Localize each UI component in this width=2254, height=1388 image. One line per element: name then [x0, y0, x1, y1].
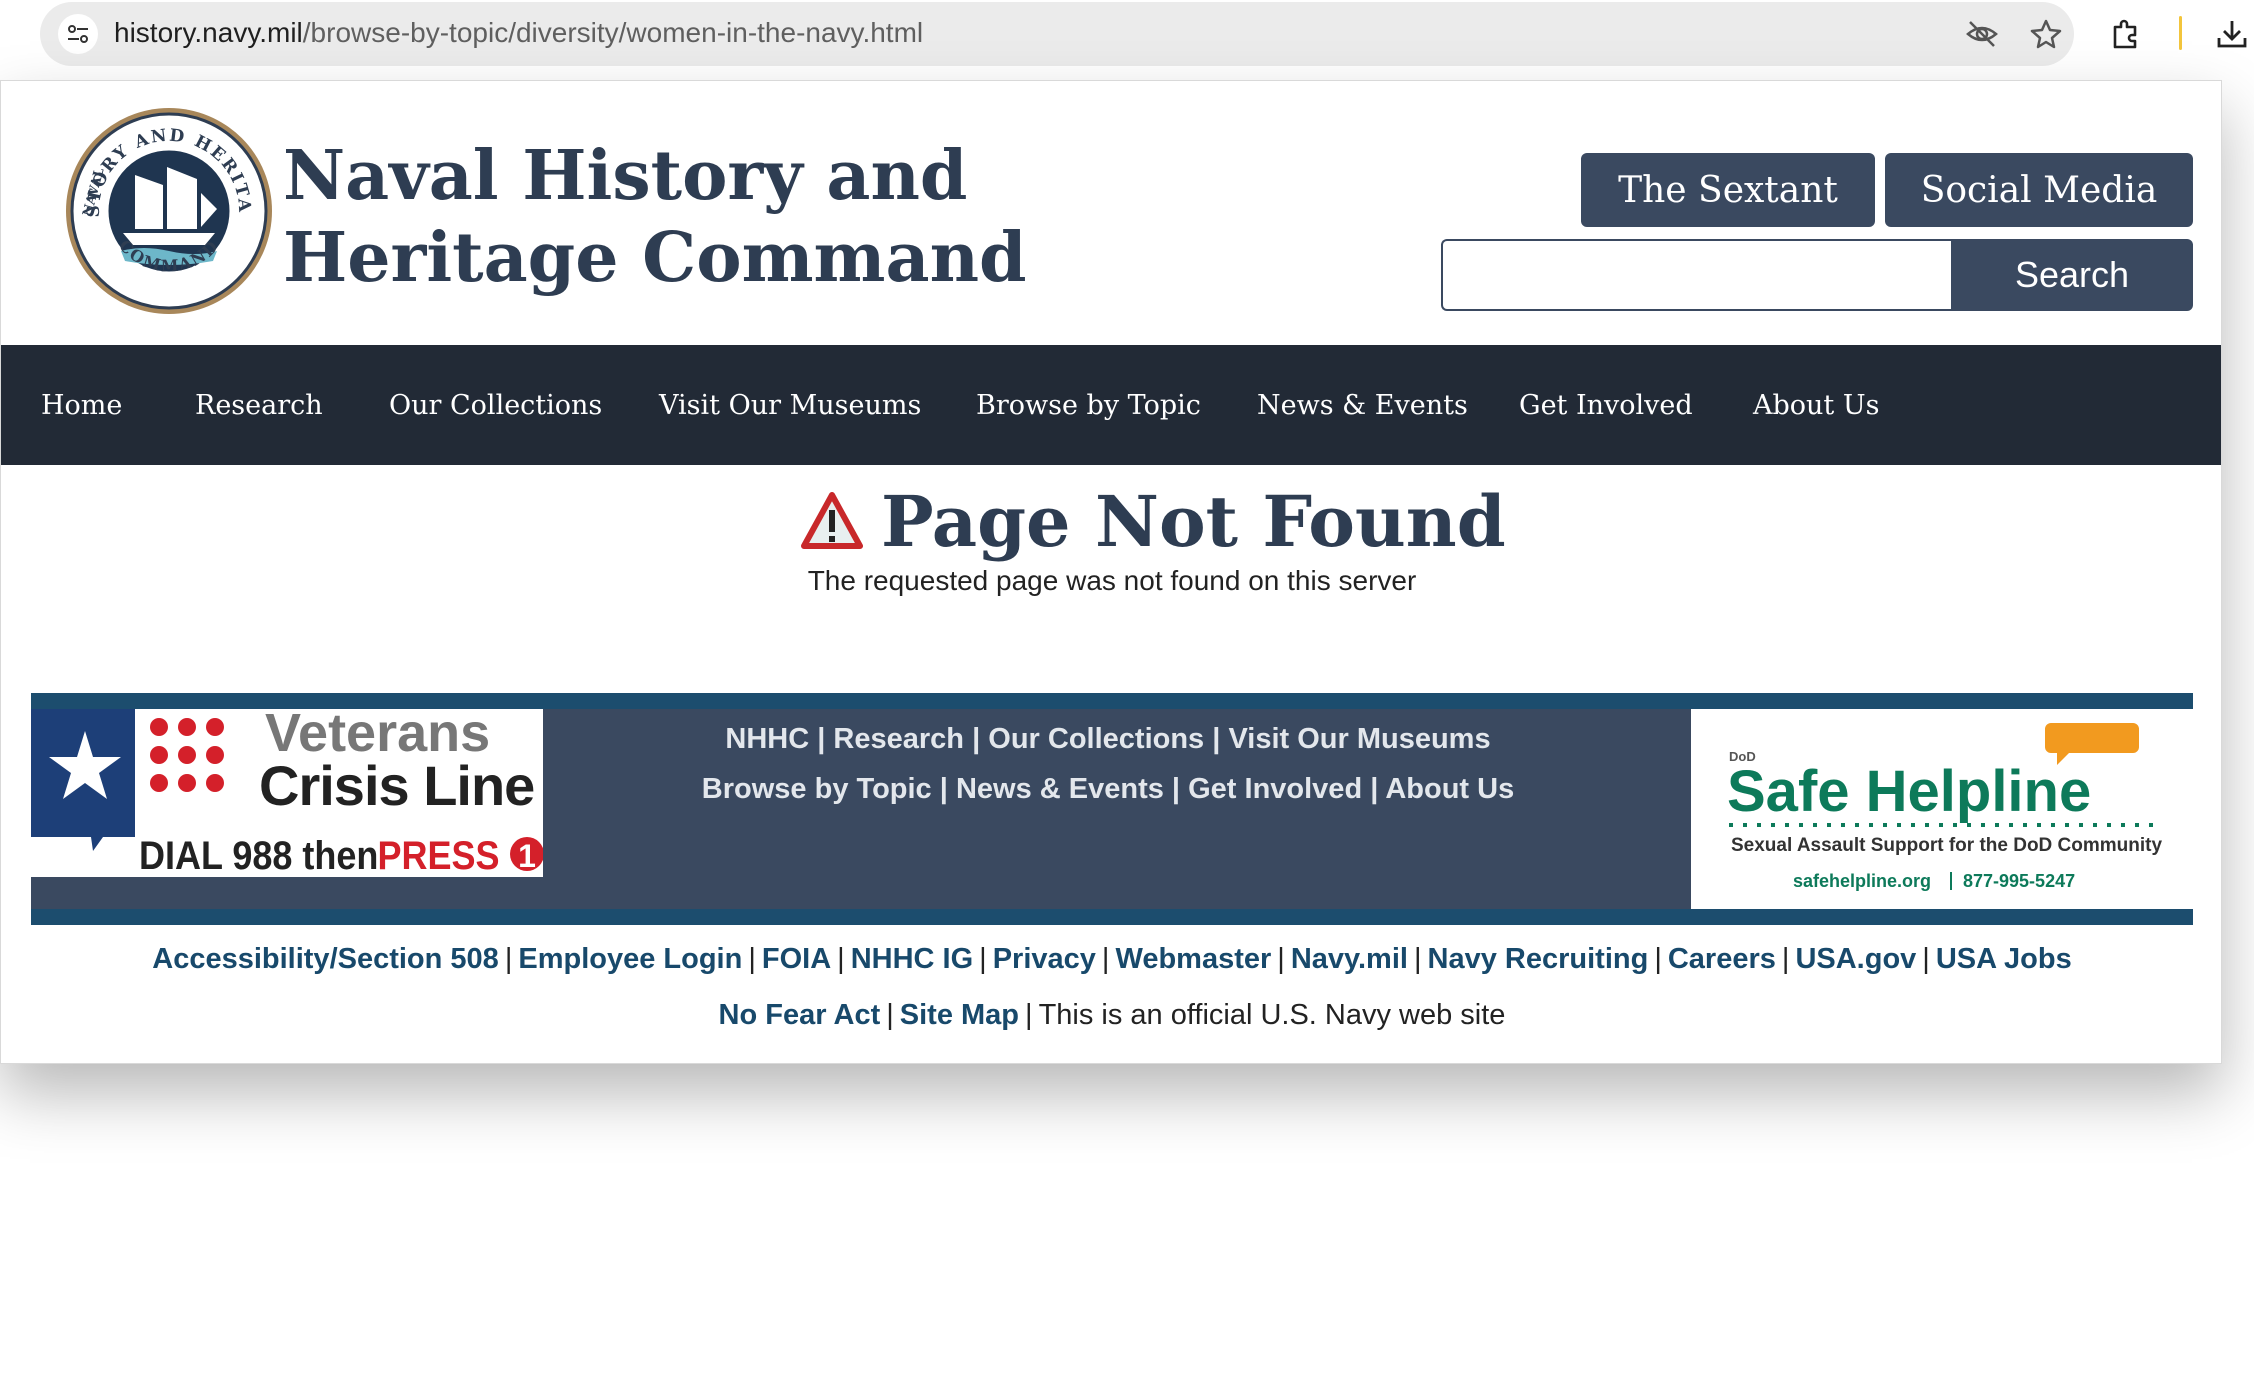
nav-item-get-involved[interactable]: Get Involved — [1519, 345, 1693, 465]
url-path: /browse-by-topic/diversity/women-in-the-… — [302, 17, 924, 48]
separator: | — [1212, 723, 1221, 755]
footer-link-about-us[interactable]: About Us — [1385, 773, 1514, 805]
sextant-button[interactable]: The Sextant — [1581, 153, 1875, 227]
vcl-dial: DIAL 988 then — [139, 834, 378, 877]
nav-item-research[interactable]: Research — [195, 345, 323, 465]
bottom-links-row2: No Fear Act | Site Map | This is an official… — [1, 999, 2221, 1032]
separator: | — [1277, 943, 1285, 975]
footer-link-our-collections[interactable]: Our Collections — [988, 723, 1204, 755]
footer-link-get-involved[interactable]: Get Involved — [1188, 773, 1362, 805]
site-title-line2: Heritage Command — [283, 218, 1027, 298]
separator: | — [1101, 943, 1110, 975]
nav-item-our-collections[interactable]: Our Collections — [389, 345, 602, 465]
separator: | — [1781, 943, 1790, 975]
social-media-button[interactable]: Social Media — [1885, 153, 2193, 227]
url-host: history.navy.mil — [114, 17, 303, 48]
separator: | — [972, 723, 981, 755]
nhhc-seal-logo[interactable]: HISTORY AND HERITAGE COMMAND NAVAL — [54, 90, 275, 317]
separator: | — [886, 999, 894, 1031]
site-info-icon[interactable] — [58, 14, 98, 54]
nav-item-visit-our-museums[interactable]: Visit Our Museums — [659, 345, 921, 465]
link-usa-gov[interactable]: USA.gov — [1795, 943, 1916, 975]
footer-link-visit-our-museums[interactable]: Visit Our Museums — [1228, 723, 1490, 755]
shl-tagline: Sexual Assault Support for the DoD Commu… — [1731, 835, 2162, 856]
vcl-line2: Crisis Line — [259, 754, 534, 817]
nav-item-home[interactable]: Home — [41, 345, 122, 465]
eye-off-icon[interactable] — [1964, 16, 2000, 52]
veterans-crisis-line-banner[interactable]: Veterans Crisis Line DIAL 988 then PRESS… — [31, 703, 544, 878]
link-employee-login[interactable]: Employee Login — [518, 943, 742, 975]
page-title: Page Not Found — [801, 476, 1506, 566]
footer-links-row1: NHHC | Research | Our Collections | Visi… — [543, 723, 1673, 756]
separator: | — [1654, 943, 1662, 975]
shl-phone: 877-995-5247 — [1963, 871, 2075, 891]
separator: | — [748, 943, 756, 975]
address-bar[interactable]: history.navy.mil/browse-by-topic/diversi… — [40, 2, 2074, 66]
link-privacy[interactable]: Privacy — [993, 943, 1096, 975]
link-nhhc-ig[interactable]: NHHC IG — [851, 943, 973, 975]
page-subtitle: The requested page was not found on this… — [807, 565, 1417, 596]
official-site-text: This is an official U.S. Navy web site — [1038, 999, 1506, 1031]
footer-links-row2: Browse by Topic | News & Events | Get In… — [543, 773, 1673, 806]
separator: | — [504, 943, 513, 975]
shl-site: safehelpline.org — [1793, 871, 1931, 891]
separator: | — [1370, 773, 1379, 805]
separator: | — [817, 723, 826, 755]
separator: | — [1025, 999, 1033, 1031]
separator: | — [1413, 943, 1422, 975]
separator: | — [939, 773, 948, 805]
download-icon[interactable] — [2212, 14, 2252, 54]
vcl-press: PRESS — [378, 834, 500, 877]
footer-band: Veterans Crisis Line DIAL 988 then PRESS… — [31, 693, 2193, 925]
footer-link-news-events[interactable]: News & Events — [956, 773, 1164, 805]
vcl-press-number: 1 — [518, 838, 536, 874]
separator: | — [1922, 943, 1930, 975]
main-nav: Home Research Our Collections Visit Our … — [1, 345, 2221, 465]
url-text[interactable]: history.navy.mil/browse-by-topic/diversi… — [114, 17, 923, 49]
warning-icon — [801, 492, 863, 549]
link-no-fear-act[interactable]: No Fear Act — [719, 999, 881, 1031]
separator: | — [1171, 773, 1181, 805]
footer-link-nhhc[interactable]: NHHC — [725, 723, 809, 755]
separator: | — [979, 943, 987, 975]
link-foia[interactable]: FOIA — [762, 943, 831, 975]
search-input[interactable] — [1441, 239, 1951, 311]
site-title-line1: Naval History and — [283, 136, 968, 216]
page-title-text: Page Not Found — [881, 479, 1506, 563]
footer-link-research[interactable]: Research — [833, 723, 964, 755]
link-usa-jobs[interactable]: USA Jobs — [1936, 943, 2072, 975]
separator: | — [837, 943, 845, 975]
link-navy-mil[interactable]: Navy.mil — [1291, 943, 1408, 975]
link-accessibility[interactable]: Accessibility/Section 508 — [152, 943, 499, 975]
nav-item-about-us[interactable]: About Us — [1753, 345, 1879, 465]
link-webmaster[interactable]: Webmaster — [1115, 943, 1271, 975]
link-navy-recruiting[interactable]: Navy Recruiting — [1428, 943, 1649, 975]
page: HISTORY AND HERITAGE COMMAND NAVAL Naval… — [0, 80, 2222, 1064]
toolbar-separator — [2179, 16, 2182, 50]
bottom-links-row1: Accessibility/Section 508 | Employee Login… — [1, 943, 2221, 976]
extensions-puzzle-icon[interactable] — [2106, 14, 2146, 54]
footer-link-browse-by-topic[interactable]: Browse by Topic — [702, 773, 932, 805]
bookmark-star-icon[interactable] — [2028, 16, 2064, 52]
browser-chrome: history.navy.mil/browse-by-topic/diversi… — [0, 0, 2254, 80]
site-title[interactable]: Naval History and Heritage Command — [283, 135, 1027, 299]
link-site-map[interactable]: Site Map — [900, 999, 1019, 1031]
nav-item-browse-by-topic[interactable]: Browse by Topic — [976, 345, 1201, 465]
safe-helpline-banner[interactable]: DoD Safe Helpline Sexual Assault Support… — [1691, 709, 2193, 909]
shl-name: Safe Helpline — [1727, 759, 2091, 824]
link-careers[interactable]: Careers — [1668, 943, 1776, 975]
search-button[interactable]: Search — [1951, 239, 2193, 311]
nav-item-news-events[interactable]: News & Events — [1257, 345, 1468, 465]
